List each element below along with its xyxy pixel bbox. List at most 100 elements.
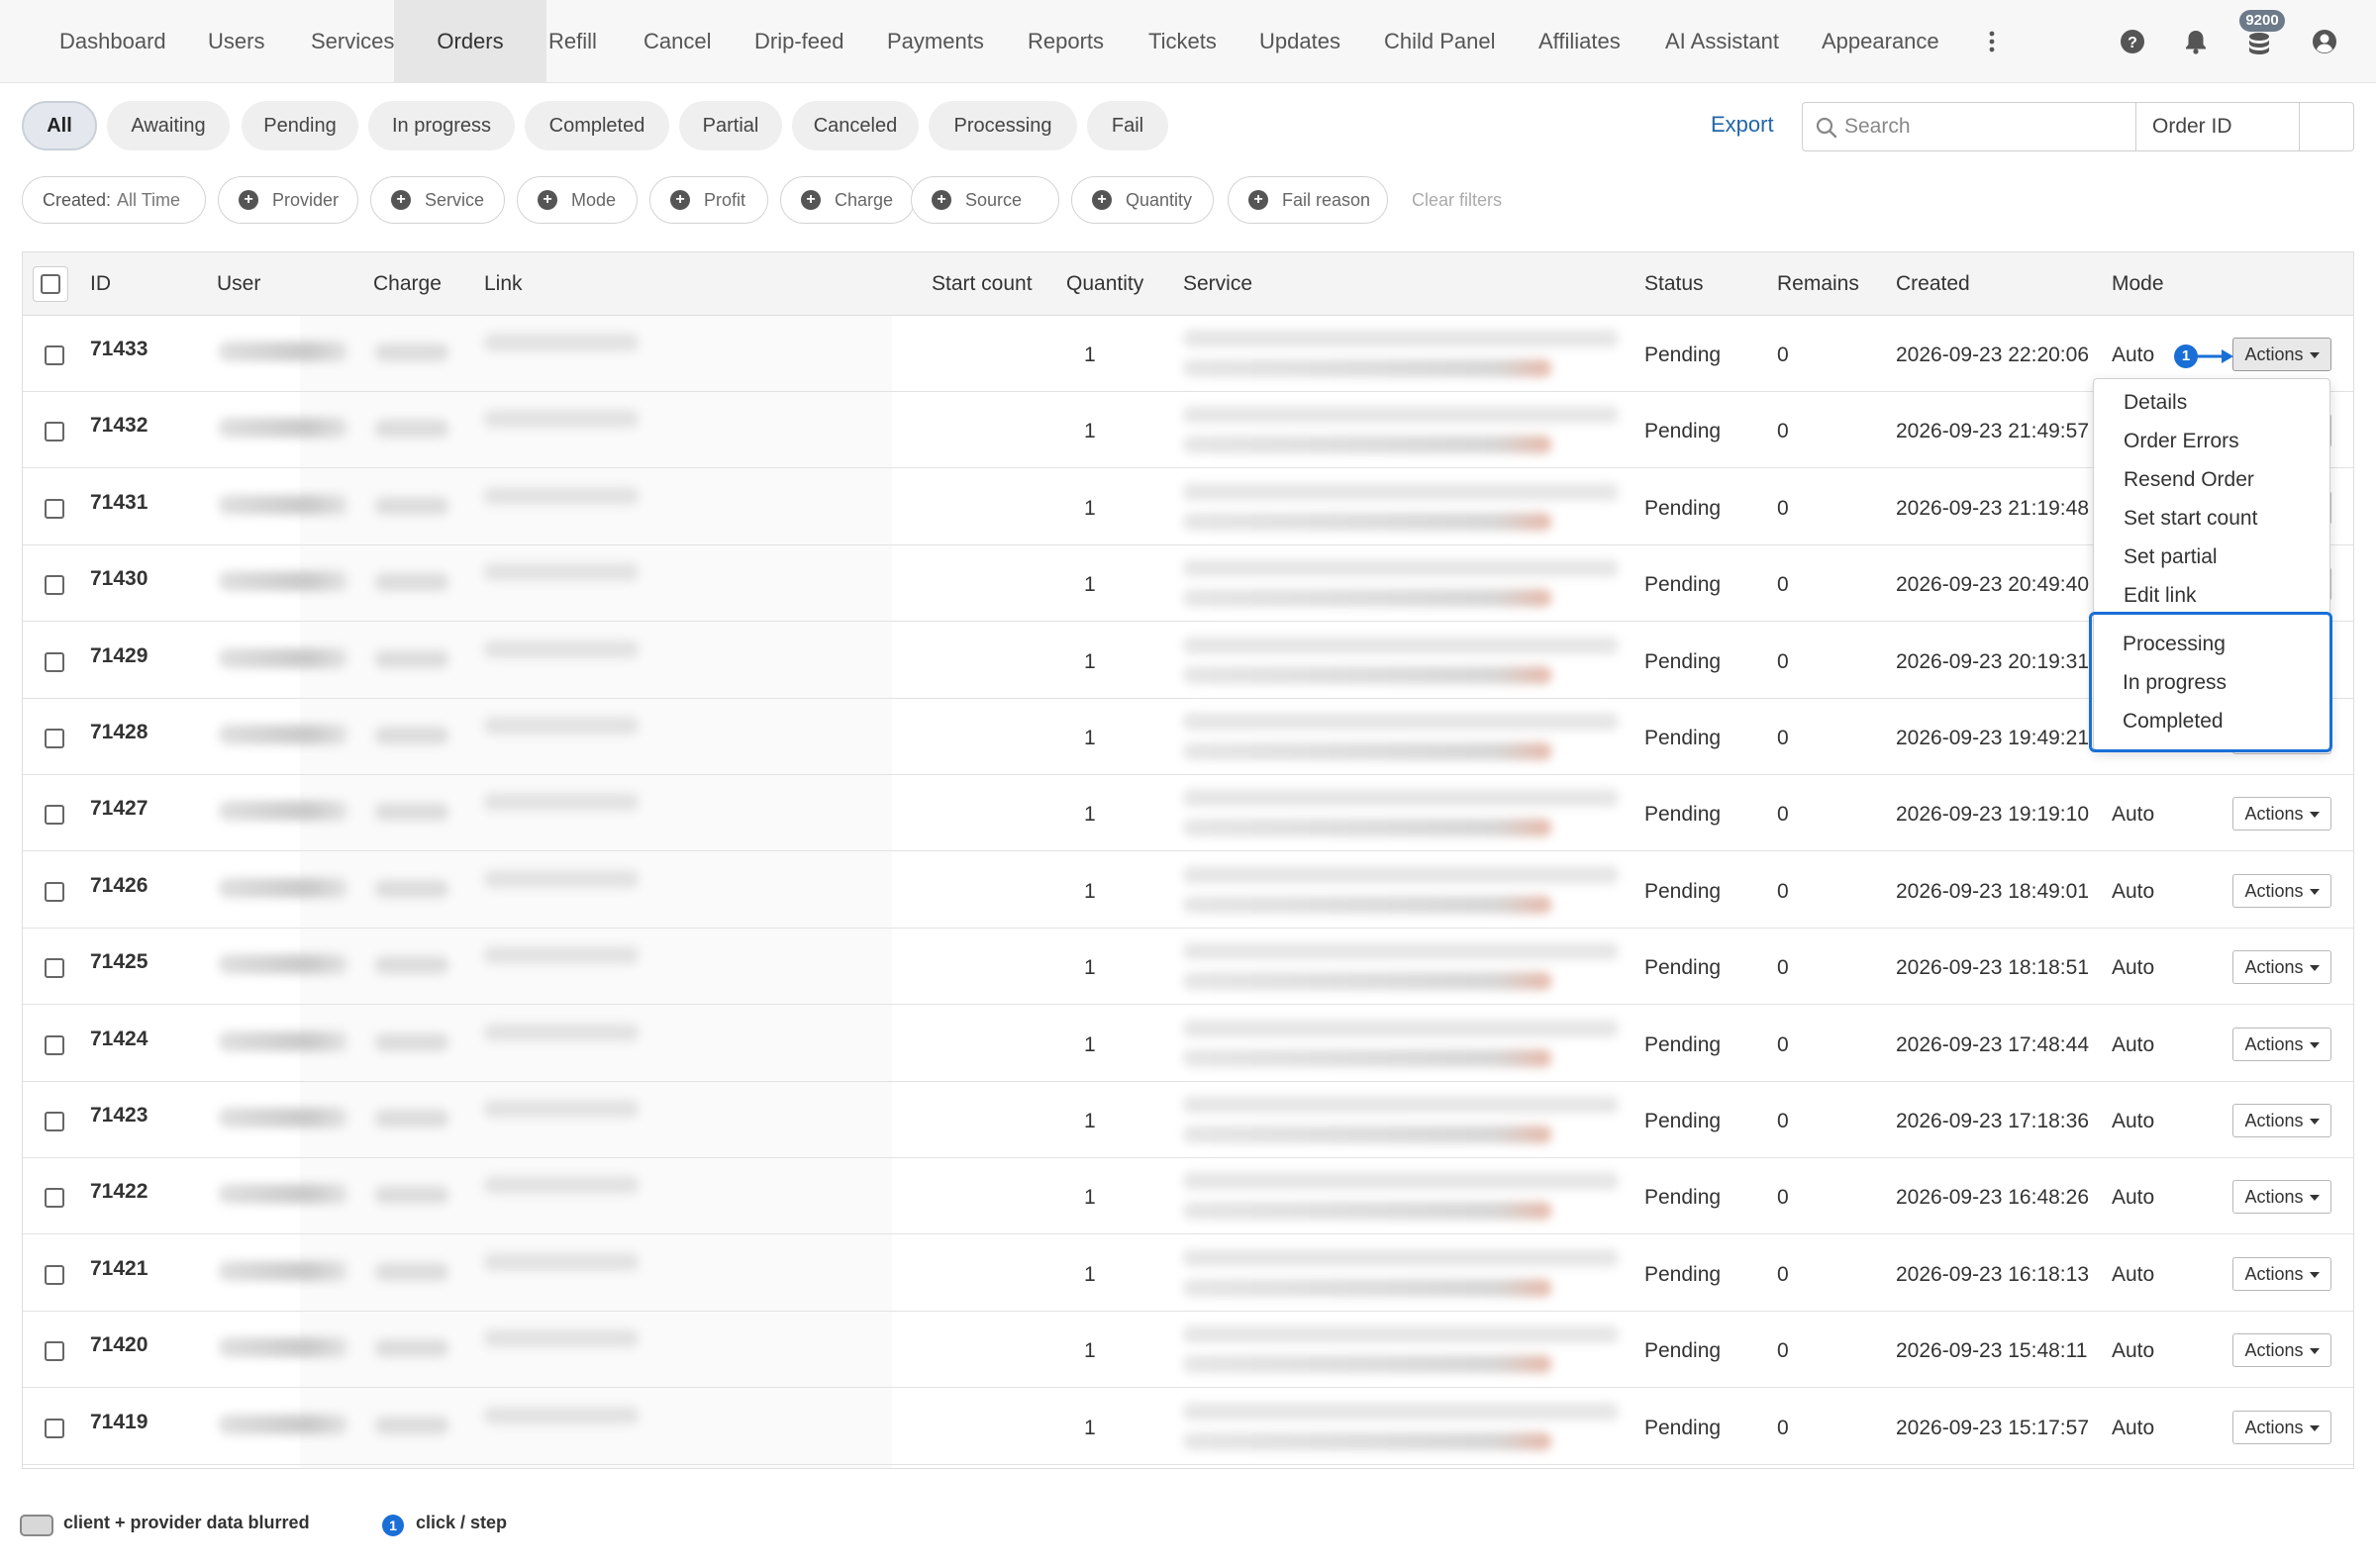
nav-item-cancel[interactable]: Cancel: [644, 0, 711, 83]
column-header-user[interactable]: User: [217, 252, 260, 316]
nav-item-reports[interactable]: Reports: [1028, 0, 1104, 83]
row-checkbox[interactable]: [45, 652, 64, 672]
row-checkbox[interactable]: [45, 499, 64, 519]
table-row[interactable]: 71421 1 Pending 0 2026-09-23 16:18:13 Auto Act…: [23, 1235, 2353, 1312]
search-submit-button[interactable]: [2299, 102, 2354, 151]
nav-item-child-panel[interactable]: Child Panel: [1384, 0, 1496, 83]
actions-button[interactable]: Actions: [2232, 1104, 2331, 1137]
status-tab-all[interactable]: All: [22, 101, 97, 150]
menu-item-edit-link[interactable]: Edit link: [2124, 584, 2197, 608]
help-icon[interactable]: ?: [2119, 28, 2146, 55]
nav-item-orders[interactable]: Orders: [394, 0, 546, 83]
order-id[interactable]: 71430: [90, 567, 148, 591]
column-header-charge[interactable]: Charge: [373, 252, 442, 316]
order-id[interactable]: 71420: [90, 1333, 148, 1357]
filter-chip-fail-reason[interactable]: + Fail reason: [1228, 176, 1388, 224]
table-row[interactable]: 71423 1 Pending 0 2026-09-23 17:18:36 Auto Act…: [23, 1082, 2353, 1158]
order-id[interactable]: 71423: [90, 1104, 148, 1127]
table-row[interactable]: 71420 1 Pending 0 2026-09-23 15:48:11 Auto Act…: [23, 1312, 2353, 1388]
row-checkbox[interactable]: [45, 1419, 64, 1438]
column-header-start-count[interactable]: Start count: [932, 252, 1033, 316]
coins-icon[interactable]: [2245, 32, 2273, 59]
nav-item-dashboard[interactable]: Dashboard: [59, 0, 166, 83]
nav-item-payments[interactable]: Payments: [887, 0, 984, 83]
export-link[interactable]: Export: [1711, 112, 1774, 138]
table-row[interactable]: 71431 1 Pending 0 2026-09-23 21:19:48: [23, 469, 2353, 545]
row-checkbox[interactable]: [45, 882, 64, 902]
menu-item-set-partial[interactable]: Set partial: [2124, 545, 2218, 569]
actions-button[interactable]: Actions: [2232, 1180, 2331, 1214]
table-row[interactable]: 71424 1 Pending 0 2026-09-23 17:48:44 Auto Act…: [23, 1006, 2353, 1082]
filter-chip-charge[interactable]: + Charge: [780, 176, 915, 224]
actions-button[interactable]: Actions: [2232, 1411, 2331, 1444]
table-row[interactable]: 71433 1 Pending 0 2026-09-23 22:20:06 Auto Act…: [23, 316, 2353, 392]
order-id[interactable]: 71419: [90, 1411, 148, 1434]
status-tab-pending[interactable]: Pending: [242, 101, 358, 150]
order-id[interactable]: 71432: [90, 414, 148, 438]
actions-button[interactable]: Actions: [2232, 797, 2331, 831]
actions-button[interactable]: Actions: [2232, 338, 2331, 371]
filter-chip-profit[interactable]: + Profit: [649, 176, 768, 224]
filter-chip-quantity[interactable]: + Quantity: [1071, 176, 1214, 224]
order-id[interactable]: 71428: [90, 721, 148, 744]
search-input[interactable]: [1844, 103, 2131, 150]
search-field-select[interactable]: Order ID: [2135, 102, 2300, 151]
table-row[interactable]: 71427 1 Pending 0 2026-09-23 19:19:10 Auto Act…: [23, 775, 2353, 851]
select-all-checkbox[interactable]: [33, 266, 68, 302]
table-row[interactable]: 71429 1 Pending 0 2026-09-23 20:19:31: [23, 623, 2353, 699]
nav-item-updates[interactable]: Updates: [1259, 0, 1340, 83]
status-tab-partial[interactable]: Partial: [679, 101, 782, 150]
nav-item-services[interactable]: Services: [311, 0, 394, 83]
table-row[interactable]: 71425 1 Pending 0 2026-09-23 18:18:51 Auto Act…: [23, 929, 2353, 1005]
table-row[interactable]: 71422 1 Pending 0 2026-09-23 16:48:26 Auto Act…: [23, 1158, 2353, 1234]
actions-button[interactable]: Actions: [2232, 1257, 2331, 1291]
status-tab-completed[interactable]: Completed: [525, 101, 669, 150]
order-id[interactable]: 71425: [90, 950, 148, 974]
nav-item-appearance[interactable]: Appearance: [1822, 0, 1939, 83]
row-checkbox[interactable]: [45, 422, 64, 441]
filter-chip-provider[interactable]: + Provider: [218, 176, 358, 224]
column-header-link[interactable]: Link: [484, 252, 523, 316]
order-id[interactable]: 71427: [90, 797, 148, 821]
filter-chip-mode[interactable]: + Mode: [517, 176, 638, 224]
filter-chip-service[interactable]: + Service: [370, 176, 505, 224]
actions-button[interactable]: Actions: [2232, 1333, 2331, 1367]
more-vertical-icon[interactable]: [1978, 28, 2006, 55]
actions-button[interactable]: Actions: [2232, 874, 2331, 908]
row-checkbox[interactable]: [45, 1341, 64, 1361]
order-id[interactable]: 71422: [90, 1180, 148, 1204]
filter-chip-source[interactable]: + Source: [911, 176, 1059, 224]
row-checkbox[interactable]: [45, 958, 64, 978]
table-row[interactable]: 71426 1 Pending 0 2026-09-23 18:49:01 Auto Act…: [23, 852, 2353, 929]
column-header-remains[interactable]: Remains: [1777, 252, 1859, 316]
clear-filters-link[interactable]: Clear filters: [1412, 190, 1502, 211]
order-id[interactable]: 71429: [90, 644, 148, 668]
menu-item-set-start-count[interactable]: Set start count: [2124, 507, 2257, 531]
actions-button[interactable]: Actions: [2232, 950, 2331, 984]
nav-item-tickets[interactable]: Tickets: [1148, 0, 1217, 83]
status-tab-fail[interactable]: Fail: [1087, 101, 1168, 150]
nav-item-drip-feed[interactable]: Drip-feed: [754, 0, 843, 83]
table-row[interactable]: 71428 1 Pending 0 2026-09-23 19:49:21: [23, 699, 2353, 775]
menu-item-resend-order[interactable]: Resend Order: [2124, 468, 2254, 492]
menu-item-details[interactable]: Details: [2124, 391, 2187, 415]
actions-button[interactable]: Actions: [2232, 1028, 2331, 1061]
bell-icon[interactable]: [2182, 28, 2210, 55]
row-checkbox[interactable]: [45, 1265, 64, 1285]
order-id[interactable]: 71431: [90, 491, 148, 515]
order-id[interactable]: 71424: [90, 1028, 148, 1051]
row-checkbox[interactable]: [45, 1035, 64, 1055]
column-header-id[interactable]: ID: [90, 252, 111, 316]
row-checkbox[interactable]: [45, 345, 64, 365]
column-header-created[interactable]: Created: [1896, 252, 1970, 316]
table-row[interactable]: 71430 1 Pending 0 2026-09-23 20:49:40: [23, 545, 2353, 622]
nav-item-affiliates[interactable]: Affiliates: [1538, 0, 1621, 83]
column-header-quantity[interactable]: Quantity: [1066, 252, 1143, 316]
order-id[interactable]: 71421: [90, 1257, 148, 1281]
account-icon[interactable]: [2311, 28, 2338, 55]
nav-item-ai-assistant[interactable]: AI Assistant: [1665, 0, 1779, 83]
table-row[interactable]: 71419 1 Pending 0 2026-09-23 15:17:57 Auto Act…: [23, 1389, 2353, 1465]
nav-item-users[interactable]: Users: [208, 0, 264, 83]
order-id[interactable]: 71433: [90, 338, 148, 361]
status-tab-canceled[interactable]: Canceled: [792, 101, 919, 150]
